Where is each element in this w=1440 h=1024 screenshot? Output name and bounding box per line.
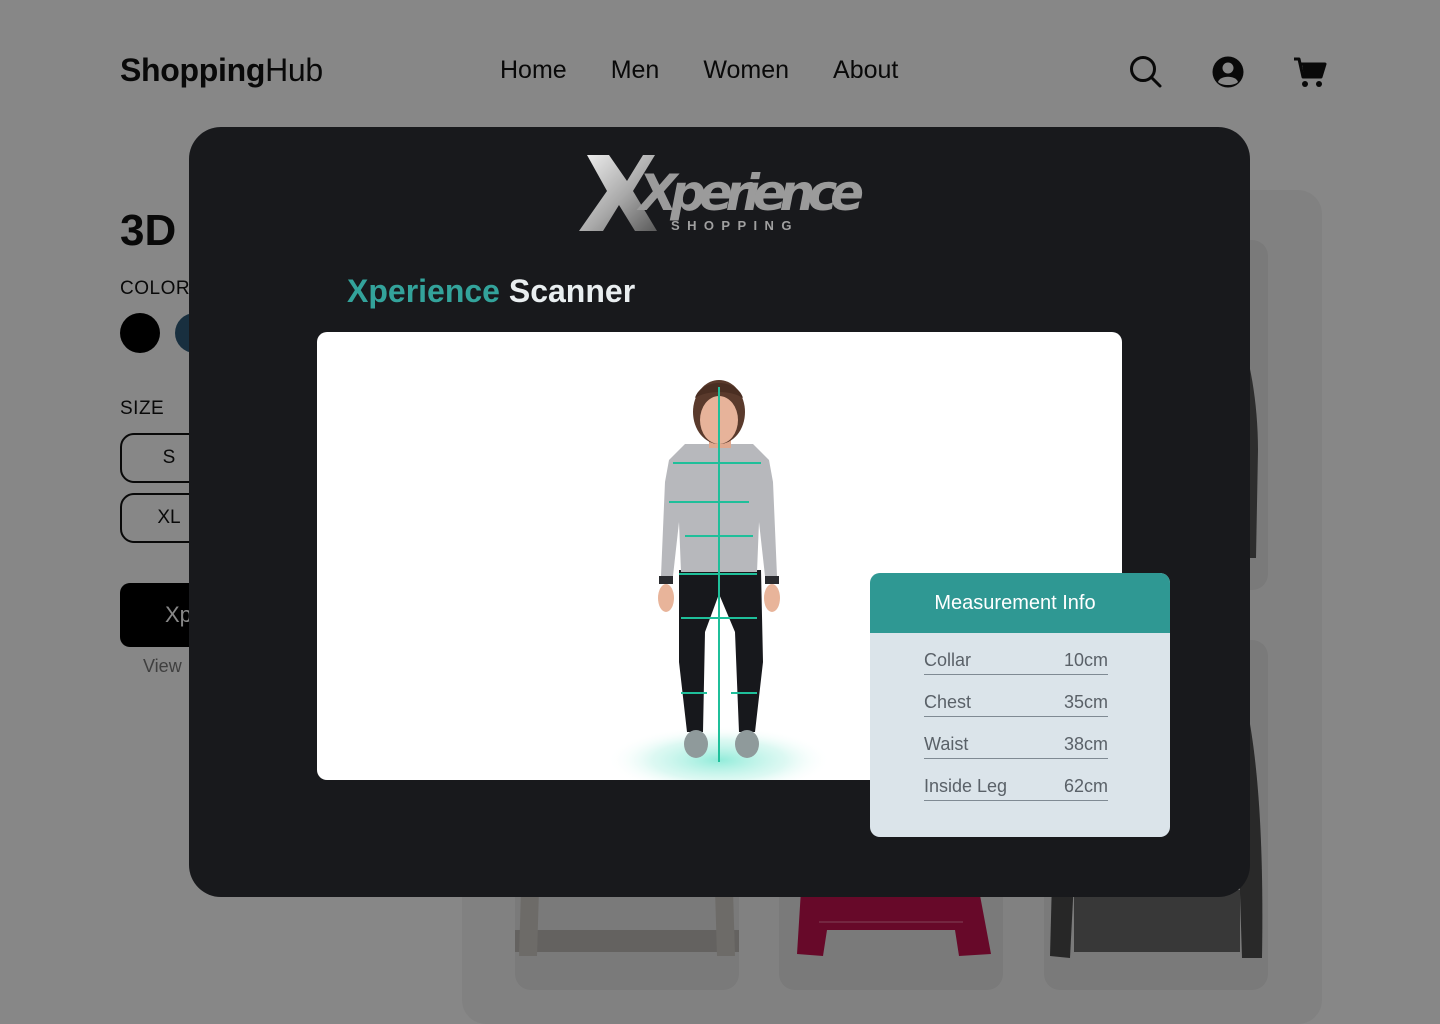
measurement-label: Collar [924,650,972,670]
measurement-row-collar: Collar 10cm [924,647,1108,675]
measurement-row-waist: Waist 38cm [924,731,1108,759]
scanner-title-rest: Scanner [508,273,636,309]
measurement-row-inside-leg: Inside Leg 62cm [924,773,1108,801]
measurement-value: 38cm [1063,734,1108,754]
scanner-title-accent: Xperience [347,273,500,309]
xperience-logo-mark: Xperience SHOPPING [579,155,864,233]
measurement-label: Inside Leg [924,776,1008,796]
measurement-row-chest: Chest 35cm [924,689,1108,717]
measurement-info-card: Measurement Info Collar 10cm Chest 35cm … [870,573,1170,837]
measurement-value: 62cm [1063,776,1108,796]
measurement-label: Chest [924,692,972,712]
measurement-value: 35cm [1063,692,1108,712]
measurement-value: 10cm [1063,650,1108,670]
xperience-logo: Xperience SHOPPING [189,147,1250,247]
scanner-title: Xperience Scanner [347,273,635,310]
brand-secondary-text: SHOPPING [671,218,799,233]
brand-primary-text: Xperience [636,164,863,222]
measurement-label: Waist [924,734,969,754]
measurement-info-heading: Measurement Info [870,573,1170,633]
